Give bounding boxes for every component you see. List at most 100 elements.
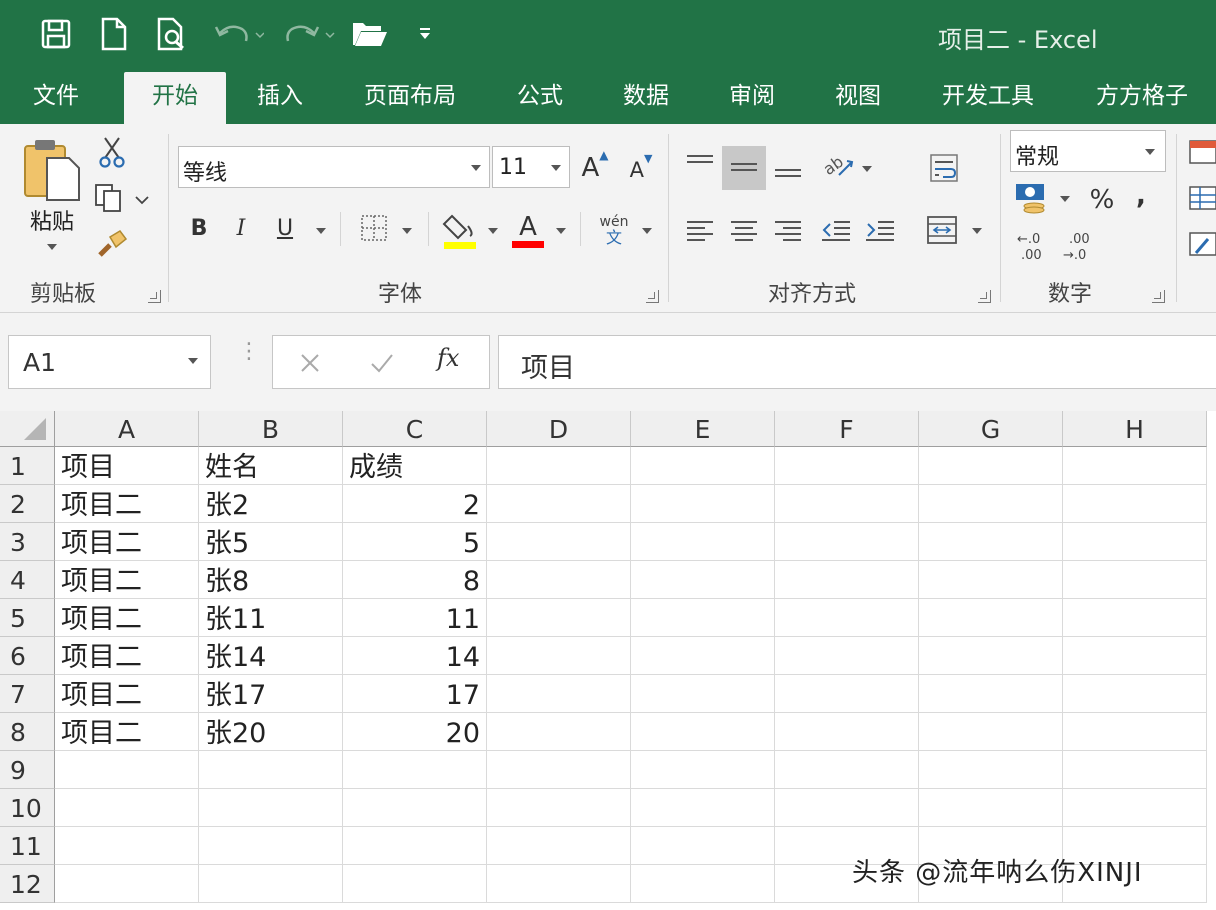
tab-fangfang[interactable]: 方方格子 [1080,72,1204,124]
cell-g1[interactable] [919,447,1063,485]
cell-e10[interactable] [631,789,775,827]
cell-a1[interactable]: 项目 [55,447,199,485]
cell-b2[interactable]: 张2 [199,485,343,523]
row-header-8[interactable]: 8 [0,713,55,751]
grow-font-button[interactable]: A ▲ [578,148,612,188]
orientation-dropdown-icon[interactable] [862,166,872,172]
cell-c7[interactable]: 17 [343,675,487,713]
column-header-f[interactable]: F [775,411,919,447]
tab-page-layout[interactable]: 页面布局 [348,72,472,124]
number-format-combo[interactable]: 常规 [1010,130,1166,172]
fill-color-dropdown-icon[interactable] [488,228,498,234]
clipboard-launcher-icon[interactable] [148,290,161,303]
cell-c6[interactable]: 14 [343,637,487,675]
cell-h3[interactable] [1063,523,1207,561]
font-size-combo[interactable]: 11 [492,146,570,188]
cell-styles-icon[interactable] [1186,226,1216,262]
increase-decimal-icon[interactable]: ←.0.00 [1012,226,1052,266]
align-right-icon[interactable] [768,210,808,250]
cell-g4[interactable] [919,561,1063,599]
tab-insert[interactable]: 插入 [238,72,322,124]
column-header-h[interactable]: H [1063,411,1207,447]
underline-dropdown-icon[interactable] [316,228,326,234]
cell-h10[interactable] [1063,789,1207,827]
cell-e6[interactable] [631,637,775,675]
font-launcher-icon[interactable] [646,290,659,303]
cell-f4[interactable] [775,561,919,599]
tab-home[interactable]: 开始 [124,72,226,124]
cell-h6[interactable] [1063,637,1207,675]
insert-function-button[interactable]: fx [437,344,459,372]
format-painter-icon[interactable] [94,226,130,262]
cell-h1[interactable] [1063,447,1207,485]
cell-b9[interactable] [199,751,343,789]
cell-c4[interactable]: 8 [343,561,487,599]
cancel-icon[interactable] [293,346,327,380]
cell-c3[interactable]: 5 [343,523,487,561]
cell-a12[interactable] [55,865,199,903]
open-folder-icon[interactable] [350,16,390,52]
font-name-combo[interactable]: 等线 [178,146,490,188]
cell-d5[interactable] [487,599,631,637]
cell-a10[interactable] [55,789,199,827]
customize-toolbar-icon[interactable] [410,16,440,52]
orientation-icon[interactable]: ab [818,144,858,184]
row-header-11[interactable]: 11 [0,827,55,865]
cell-b5[interactable]: 张11 [199,599,343,637]
cell-a4[interactable]: 项目二 [55,561,199,599]
align-bottom-icon[interactable] [768,148,808,188]
row-header-9[interactable]: 9 [0,751,55,789]
cell-g5[interactable] [919,599,1063,637]
cell-d4[interactable] [487,561,631,599]
cell-h8[interactable] [1063,713,1207,751]
cell-c9[interactable] [343,751,487,789]
cell-e1[interactable] [631,447,775,485]
cell-d7[interactable] [487,675,631,713]
cell-d10[interactable] [487,789,631,827]
cell-a6[interactable]: 项目二 [55,637,199,675]
cell-c1[interactable]: 成绩 [343,447,487,485]
cell-a3[interactable]: 项目二 [55,523,199,561]
cell-a9[interactable] [55,751,199,789]
column-header-b[interactable]: B [199,411,343,447]
cell-b6[interactable]: 张14 [199,637,343,675]
column-header-g[interactable]: G [919,411,1063,447]
cell-f3[interactable] [775,523,919,561]
new-file-icon[interactable] [96,16,132,52]
align-center-icon[interactable] [724,210,764,250]
cell-b1[interactable]: 姓名 [199,447,343,485]
cell-g6[interactable] [919,637,1063,675]
cell-g8[interactable] [919,713,1063,751]
merge-dropdown-icon[interactable] [972,228,982,234]
cell-a8[interactable]: 项目二 [55,713,199,751]
undo-icon[interactable] [212,16,264,52]
cell-e3[interactable] [631,523,775,561]
cell-b11[interactable] [199,827,343,865]
tab-review[interactable]: 审阅 [710,72,794,124]
shrink-font-button[interactable]: A ▼ [624,152,658,188]
cell-f5[interactable] [775,599,919,637]
cell-c12[interactable] [343,865,487,903]
cell-c10[interactable] [343,789,487,827]
decrease-decimal-icon[interactable]: .00 →.0 [1058,226,1098,266]
borders-dropdown-icon[interactable] [402,228,412,234]
cell-h4[interactable] [1063,561,1207,599]
row-header-12[interactable]: 12 [0,865,55,903]
row-header-5[interactable]: 5 [0,599,55,637]
decrease-indent-icon[interactable] [816,210,856,250]
tab-developer[interactable]: 开发工具 [926,72,1050,124]
cell-c5[interactable]: 11 [343,599,487,637]
percent-button[interactable]: % [1084,182,1120,218]
accounting-format-icon[interactable] [1012,180,1052,216]
cell-a2[interactable]: 项目二 [55,485,199,523]
cell-e9[interactable] [631,751,775,789]
cell-e12[interactable] [631,865,775,903]
merge-center-icon[interactable] [922,210,962,250]
alignment-launcher-icon[interactable] [978,290,991,303]
align-left-icon[interactable] [680,210,720,250]
accounting-dropdown-icon[interactable] [1060,196,1070,202]
print-preview-icon[interactable] [154,16,190,52]
enter-icon[interactable] [365,346,399,380]
cell-d9[interactable] [487,751,631,789]
worksheet-grid[interactable]: ABCDEFGH 1 2 3 4 5 6 7 8 9 10 11 12 项目 姓名 成绩 项目二 张2 2 项目二… [0,411,1216,910]
